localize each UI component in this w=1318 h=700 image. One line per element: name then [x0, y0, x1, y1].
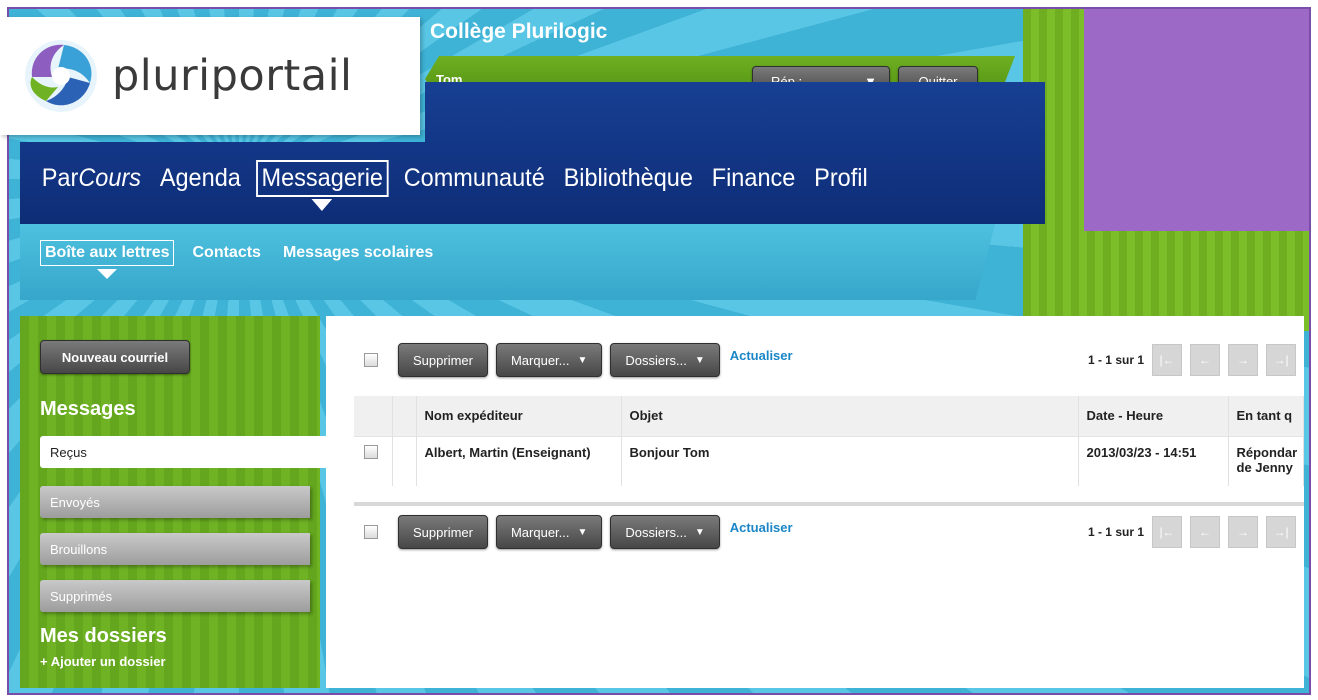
- next-page-icon[interactable]: →: [1228, 516, 1258, 548]
- my-folders-heading: Mes dossiers: [40, 625, 167, 647]
- select-all-checkbox[interactable]: [364, 353, 378, 367]
- sub-nav-contacts[interactable]: Contacts: [188, 241, 264, 265]
- nav-parcours-prefix: Par: [41, 164, 79, 192]
- column-sender[interactable]: Nom expéditeur: [416, 396, 622, 436]
- chevron-down-icon: ▼: [577, 354, 588, 366]
- nav-item-communaute[interactable]: Communauté: [400, 162, 549, 195]
- sidebar-item-received[interactable]: Reçus: [40, 436, 330, 468]
- select-all-checkbox-bottom[interactable]: [364, 525, 378, 539]
- main-nav: ParCours Agenda Messagerie Communauté Bi…: [38, 160, 871, 211]
- logo[interactable]: pluriportail: [0, 17, 420, 135]
- folders-button[interactable]: Dossiers... ▼: [610, 343, 720, 377]
- nav-item-agenda[interactable]: Agenda: [156, 162, 245, 195]
- sub-nav: Boîte aux lettres Contacts Messages scol…: [40, 240, 437, 279]
- sidebar-item-sent[interactable]: Envoyés: [40, 486, 310, 518]
- pager-top: 1 - 1 sur 1 |← ← → →|: [1088, 344, 1304, 376]
- table-header-row: Nom expéditeur Objet Date - Heure En tan…: [354, 396, 1304, 436]
- toolbar-top: Supprimer Marquer... ▼ Dossiers... ▼ Actua…: [354, 342, 1304, 378]
- sidebar-item-drafts[interactable]: Brouillons: [40, 533, 310, 565]
- column-as[interactable]: En tant q: [1228, 396, 1304, 436]
- sub-nav-mailbox[interactable]: Boîte aux lettres: [40, 240, 175, 279]
- mark-button-bottom[interactable]: Marquer... ▼: [495, 515, 603, 549]
- sub-nav-school-messages[interactable]: Messages scolaires: [279, 241, 437, 265]
- refresh-link-bottom[interactable]: Actualiser: [730, 520, 793, 535]
- cell-sender: Albert, Martin (Enseignant): [416, 435, 622, 486]
- table-divider: [354, 502, 1304, 506]
- pager-bottom: 1 - 1 sur 1 |← ← → →|: [1088, 516, 1304, 548]
- prev-page-icon[interactable]: ←: [1190, 516, 1220, 548]
- page-info: 1 - 1 sur 1: [1087, 353, 1144, 367]
- cell-as-line1: Répondar: [1236, 444, 1298, 460]
- header-check-col: [354, 396, 393, 436]
- mark-button-label: Marquer...: [510, 524, 570, 540]
- logo-text: pluriportail: [112, 51, 353, 101]
- nav-item-bibliotheque[interactable]: Bibliothèque: [560, 162, 697, 195]
- cell-subject: Bonjour Tom: [621, 435, 1079, 486]
- new-mail-button[interactable]: Nouveau courriel: [40, 340, 190, 374]
- header-flag-col: [392, 396, 417, 436]
- folders-button-label: Dossiers...: [625, 352, 687, 368]
- decorative-purple-panel: [1084, 9, 1309, 231]
- row-checkbox-cell: [354, 435, 393, 486]
- prev-page-icon[interactable]: ←: [1190, 344, 1220, 376]
- mark-button[interactable]: Marquer... ▼: [495, 343, 603, 377]
- delete-button[interactable]: Supprimer: [398, 343, 488, 377]
- nav-item-parcours[interactable]: ParCours: [38, 162, 145, 195]
- table-row[interactable]: Albert, Martin (Enseignant) Bonjour Tom …: [354, 435, 1304, 486]
- refresh-link[interactable]: Actualiser: [730, 348, 793, 363]
- next-page-icon[interactable]: →: [1228, 344, 1258, 376]
- cell-datetime: 2013/03/23 - 14:51: [1078, 435, 1229, 486]
- row-flag-cell: [392, 435, 417, 486]
- sidebar-item-deleted[interactable]: Supprimés: [40, 580, 310, 612]
- first-page-icon[interactable]: |←: [1152, 516, 1182, 548]
- nav-parcours-italic: Cours: [78, 164, 142, 192]
- nav-item-finance[interactable]: Finance: [708, 162, 799, 195]
- last-page-icon[interactable]: →|: [1266, 516, 1296, 548]
- page-info-bottom: 1 - 1 sur 1: [1087, 525, 1144, 539]
- folders-button-bottom[interactable]: Dossiers... ▼: [610, 515, 720, 549]
- chevron-down-icon: ▼: [694, 526, 705, 538]
- nav-item-messagerie[interactable]: Messagerie: [255, 160, 389, 211]
- last-page-icon[interactable]: →|: [1266, 344, 1296, 376]
- cell-as-line2: de Jenny: [1236, 459, 1293, 475]
- nav-item-profil[interactable]: Profil: [810, 162, 871, 195]
- delete-button-label: Supprimer: [413, 352, 473, 368]
- toolbar-bottom: Supprimer Marquer... ▼ Dossiers... ▼ Actua…: [354, 514, 1304, 550]
- pluriportail-logo-icon: [25, 40, 97, 112]
- column-subject[interactable]: Objet: [621, 396, 1079, 436]
- column-datetime[interactable]: Date - Heure: [1078, 396, 1229, 436]
- chevron-down-icon: ▼: [577, 526, 588, 538]
- folders-button-label: Dossiers...: [625, 524, 687, 540]
- first-page-icon[interactable]: |←: [1152, 344, 1182, 376]
- messages-heading: Messages: [40, 398, 136, 420]
- message-table: Nom expéditeur Objet Date - Heure En tan…: [354, 396, 1304, 486]
- delete-button-label: Supprimer: [413, 524, 473, 540]
- add-folder-link[interactable]: + Ajouter un dossier: [40, 654, 166, 669]
- mark-button-label: Marquer...: [510, 352, 570, 368]
- cell-as: Répondar de Jenny: [1228, 435, 1304, 486]
- school-name: Collège Plurilogic: [430, 20, 608, 43]
- delete-button-bottom[interactable]: Supprimer: [398, 515, 488, 549]
- chevron-down-icon: ▼: [694, 354, 705, 366]
- row-checkbox[interactable]: [364, 444, 378, 459]
